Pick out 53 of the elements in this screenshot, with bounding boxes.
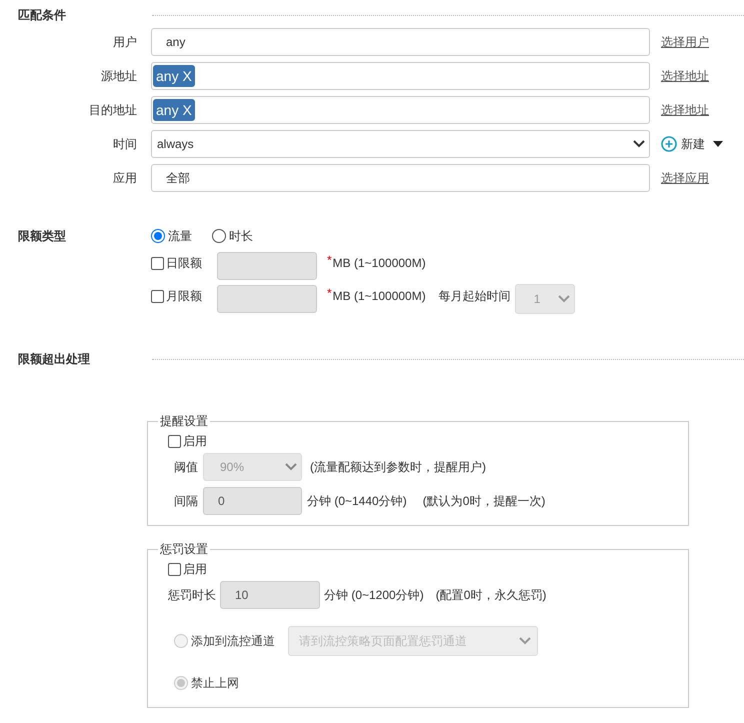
new-button[interactable]: 新建 xyxy=(661,135,723,153)
field-label: 目的地址 xyxy=(88,102,137,119)
address-tag[interactable]: any X xyxy=(153,99,195,121)
chevron-down-icon xyxy=(633,140,645,148)
chevron-down-icon xyxy=(558,295,570,303)
hint-text: (配置0时，永久惩罚) xyxy=(436,587,546,604)
field-label: 源地址 xyxy=(100,68,137,85)
checkbox[interactable] xyxy=(168,434,181,448)
radio-label: 添加到流控通道 xyxy=(191,633,275,650)
select-link[interactable]: 选择应用 xyxy=(661,169,709,187)
tag-input-field[interactable]: any X xyxy=(151,62,650,90)
field-label: 阈值 xyxy=(173,459,199,476)
unit-text: 分钟 (0~1440分钟) xyxy=(307,493,407,510)
panel-legend: 提醒设置 xyxy=(158,412,210,430)
select-link[interactable]: 选择地址 xyxy=(661,101,709,119)
radio-label: 禁止上网 xyxy=(191,675,239,692)
checkbox-label: 启用 xyxy=(183,433,207,450)
checkbox-label: 日限额 xyxy=(166,255,202,272)
field-label: 应用 xyxy=(112,170,137,187)
radio-label: 流量 xyxy=(168,228,192,245)
field-label: 间隔 xyxy=(173,493,199,510)
add-circle-icon xyxy=(661,136,677,152)
checkbox-label: 月限额 xyxy=(166,288,202,305)
select-link[interactable]: 选择用户 xyxy=(661,33,709,51)
hint-text: (默认为0时，提醒一次) xyxy=(422,493,546,510)
input-field[interactable]: 全部 xyxy=(151,164,650,192)
field-label: 用户 xyxy=(112,34,137,51)
hint-text: (流量配额达到参数时，提醒用户) xyxy=(310,459,486,476)
tag-input-field[interactable]: any X xyxy=(151,96,650,124)
field-label: 惩罚时长 xyxy=(168,587,217,604)
checkbox[interactable] xyxy=(168,562,181,576)
address-tag[interactable]: any X xyxy=(153,65,195,87)
required-mark: * xyxy=(327,252,332,269)
input-field[interactable]: any xyxy=(151,28,650,56)
chevron-down-icon xyxy=(519,637,531,645)
section-heading: 匹配条件 xyxy=(17,7,67,24)
field-label: 限额类型 xyxy=(17,228,67,245)
field-label: 每月起始时间 xyxy=(438,288,511,305)
unit-text: MB (1~100000M) xyxy=(332,288,426,305)
chevron-down-icon xyxy=(285,463,297,471)
select-link[interactable]: 选择地址 xyxy=(661,67,709,85)
field-label: 时间 xyxy=(112,136,137,153)
caret-icon xyxy=(713,141,723,147)
unit-text: 分钟 (0~1200分钟) xyxy=(324,587,424,604)
time-select[interactable]: always xyxy=(151,130,650,158)
checkbox-label: 启用 xyxy=(183,561,207,578)
section-heading: 限额超出处理 xyxy=(17,351,91,368)
radio-label: 时长 xyxy=(229,228,253,245)
required-mark: * xyxy=(327,285,332,302)
unit-text: MB (1~100000M) xyxy=(332,255,426,272)
radio-button[interactable] xyxy=(151,229,165,243)
panel-legend: 惩罚设置 xyxy=(158,540,210,558)
radio-button[interactable] xyxy=(212,229,226,243)
